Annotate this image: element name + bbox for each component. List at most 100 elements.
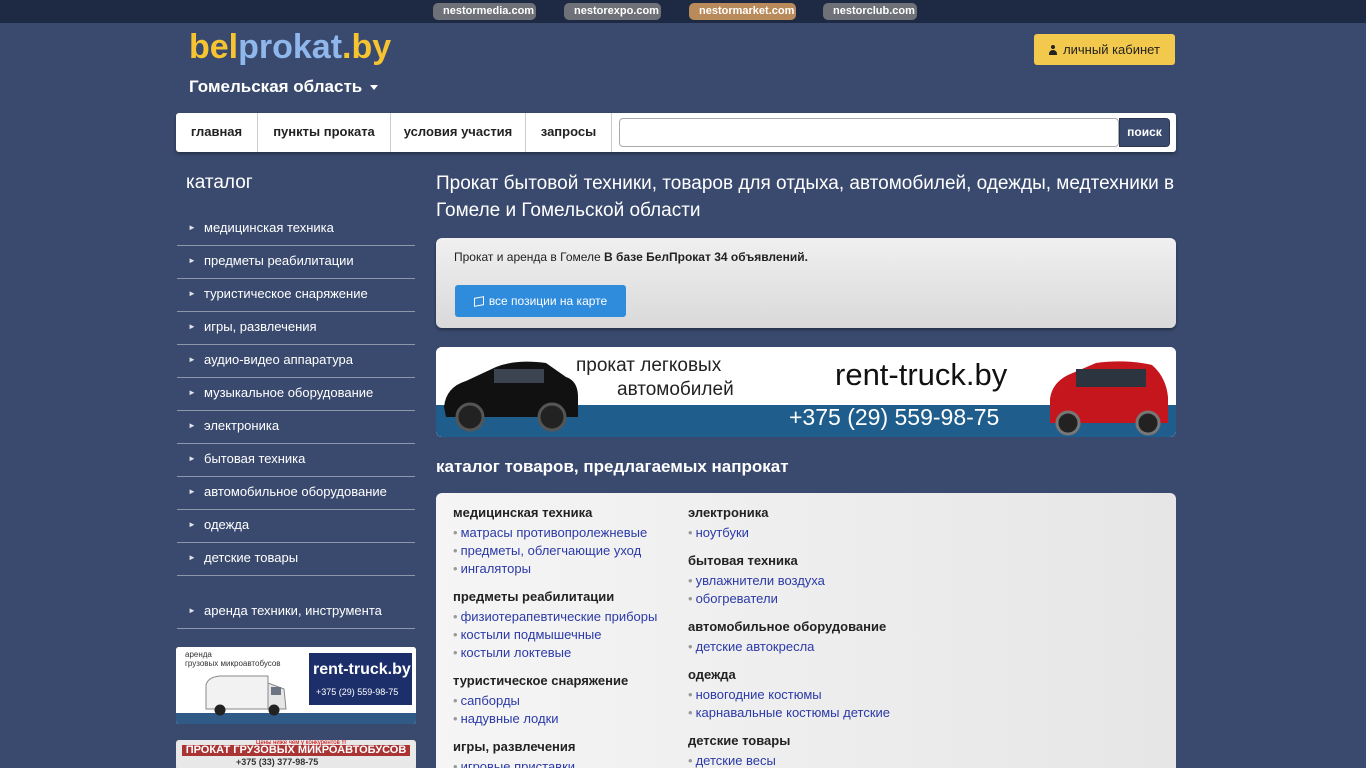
catalog-group-title[interactable]: игры, развлечения — [453, 739, 575, 754]
sidebar-item-appliances[interactable]: ► бытовая техника — [177, 444, 415, 477]
banner-line1: прокат легковых — [576, 355, 722, 376]
arrow-right-icon: ► — [188, 553, 196, 562]
sidebar-item-audio-video[interactable]: ► аудио-видео аппаратура — [177, 345, 415, 378]
region-label: Гомельская область — [189, 77, 363, 96]
catalog-link[interactable]: • карнавальные костюмы детские — [688, 705, 890, 720]
sidebar-item-label: туристическое снаряжение — [204, 286, 368, 301]
arrow-right-icon: ► — [188, 388, 196, 397]
catalog-group-title[interactable]: предметы реабилитации — [453, 589, 614, 604]
sidebar-item-label: игры, развлечения — [204, 319, 317, 334]
catalog-link-label: предметы, облегчающие уход — [460, 543, 642, 558]
arrow-right-icon: ► — [188, 223, 196, 232]
caret-down-icon — [370, 85, 379, 91]
network-link-nestorexpo[interactable]: nestorexpo.com — [564, 3, 661, 20]
ad-brand: rent-truck.by — [313, 661, 411, 678]
sidebar-title: каталог — [186, 172, 253, 193]
catalog-link[interactable]: • детские весы — [688, 753, 776, 768]
catalog-group-title[interactable]: медицинская техника — [453, 505, 592, 520]
network-link-nestormarket[interactable]: nestormarket.com — [689, 3, 796, 20]
catalog-link-label: костыли локтевые — [460, 645, 572, 660]
arrow-right-icon: ► — [188, 355, 196, 364]
main-nav: главная пункты проката условия участия з… — [176, 113, 1176, 152]
sidebar-item-automotive[interactable]: ► автомобильное оборудование — [177, 477, 415, 510]
catalog-link[interactable]: • игровые приставки — [453, 759, 575, 768]
sidebar-item-label: аренда техники, инструмента — [204, 603, 382, 618]
catalog-link-label: костыли подмышечные — [460, 627, 602, 642]
catalog-link-label: ноутбуки — [695, 525, 749, 540]
info-box: Прокат и аренда в Гомеле В базе БелПрока… — [436, 238, 1176, 328]
sidebar-ad-truck[interactable]: аренда грузовых микроавтобусов rent-truc… — [176, 647, 416, 724]
catalog-link[interactable]: • надувные лодки — [453, 711, 559, 726]
map-icon — [473, 296, 484, 307]
cabinet-button[interactable]: личный кабинет — [1034, 34, 1175, 65]
catalog-link-label: новогодние костюмы — [695, 687, 822, 702]
catalog-link-label: обогреватели — [695, 591, 778, 606]
bullet-icon: • — [688, 639, 693, 654]
catalog-link[interactable]: • увлажнители воздуха — [688, 573, 825, 588]
sidebar-item-label: одежда — [204, 517, 250, 532]
rent-truck-banner[interactable]: прокат легковых автомобилей rent-truck.b… — [436, 347, 1176, 437]
catalog-link[interactable]: • костыли подмышечные — [453, 627, 602, 642]
banner-brand: rent-truck.by — [835, 357, 1008, 392]
sidebar-item-label: предметы реабилитации — [204, 253, 354, 268]
sidebar-ad-minibus[interactable]: Цены ниже чем у конкурентов !!! ПРОКАТ Г… — [176, 740, 416, 768]
catalog-group-title[interactable]: электроника — [688, 505, 769, 520]
arrow-right-icon: ► — [188, 520, 196, 529]
catalog-link[interactable]: • ингаляторы — [453, 561, 531, 576]
nav-item-requests[interactable]: запросы — [526, 113, 612, 152]
bullet-icon: • — [453, 711, 458, 726]
network-link-nestormedia[interactable]: nestormedia.com — [433, 3, 536, 20]
map-button-label: все позиции на карте — [488, 294, 608, 308]
nav-item-rental-points[interactable]: пункты проката — [258, 113, 391, 152]
catalog-link[interactable]: • физиотерапевтические приборы — [453, 609, 657, 624]
arrow-right-icon: ► — [188, 322, 196, 331]
bullet-icon: • — [453, 543, 458, 558]
bullet-icon: • — [688, 687, 693, 702]
catalog-link[interactable]: • ноутбуки — [688, 525, 749, 540]
sidebar-item-equipment-rental[interactable]: ► аренда техники, инструмента — [177, 596, 415, 629]
nav-item-home[interactable]: главная — [176, 113, 258, 152]
catalog-group-title[interactable]: туристическое снаряжение — [453, 673, 628, 688]
sidebar-item-rehabilitation[interactable]: ► предметы реабилитации — [177, 246, 415, 279]
search-button[interactable]: поиск — [1119, 118, 1170, 147]
sidebar-item-label: бытовая техника — [204, 451, 306, 466]
bullet-icon: • — [453, 525, 458, 540]
catalog-link[interactable]: • матрасы противопролежневые — [453, 525, 647, 540]
logo-part-prokat: prokat — [238, 28, 343, 66]
network-link-nestorclub[interactable]: nestorclub.com — [823, 3, 917, 20]
catalog-link[interactable]: • детские автокресла — [688, 639, 814, 654]
arrow-right-icon: ► — [188, 289, 196, 298]
catalog-link[interactable]: • сапборды — [453, 693, 520, 708]
catalog-link[interactable]: • обогреватели — [688, 591, 778, 606]
catalog-link[interactable]: • предметы, облегчающие уход — [453, 543, 641, 558]
bullet-icon: • — [453, 561, 458, 576]
bullet-icon: • — [453, 645, 458, 660]
sidebar-item-clothes[interactable]: ► одежда — [177, 510, 415, 543]
catalog-group-title[interactable]: детские товары — [688, 733, 790, 748]
bullet-icon: • — [453, 627, 458, 642]
catalog-section-title: каталог товаров, предлагаемых напрокат — [436, 457, 789, 476]
search-input[interactable] — [619, 118, 1119, 147]
catalog-group-title[interactable]: бытовая техника — [688, 553, 798, 568]
sidebar-item-children[interactable]: ► детские товары — [177, 543, 415, 576]
catalog-box: медицинская техника • матрасы противопрол… — [436, 493, 1176, 768]
catalog-link[interactable]: • новогодние костюмы — [688, 687, 822, 702]
sidebar-item-medical[interactable]: ► медицинская техника — [177, 213, 415, 246]
arrow-right-icon: ► — [188, 421, 196, 430]
catalog-link[interactable]: • костыли локтевые — [453, 645, 571, 660]
nav-item-conditions[interactable]: условия участия — [391, 113, 526, 152]
region-selector[interactable]: Гомельская область — [189, 77, 379, 97]
map-button[interactable]: все позиции на карте — [455, 285, 626, 317]
catalog-group-title[interactable]: автомобильное оборудование — [688, 619, 886, 634]
catalog-link-label: надувные лодки — [460, 711, 559, 726]
ad-line2: грузовых микроавтобусов — [185, 659, 281, 668]
catalog-group-title[interactable]: одежда — [688, 667, 736, 682]
sidebar-item-electronics[interactable]: ► электроника — [177, 411, 415, 444]
sidebar-item-music[interactable]: ► музыкальное оборудование — [177, 378, 415, 411]
arrow-right-icon: ► — [188, 256, 196, 265]
site-logo[interactable]: belprokat.by — [189, 28, 391, 67]
catalog-link-label: матрасы противопролежневые — [460, 525, 648, 540]
sidebar-item-games[interactable]: ► игры, развлечения — [177, 312, 415, 345]
sidebar-item-label: медицинская техника — [204, 220, 334, 235]
sidebar-item-tourism[interactable]: ► туристическое снаряжение — [177, 279, 415, 312]
